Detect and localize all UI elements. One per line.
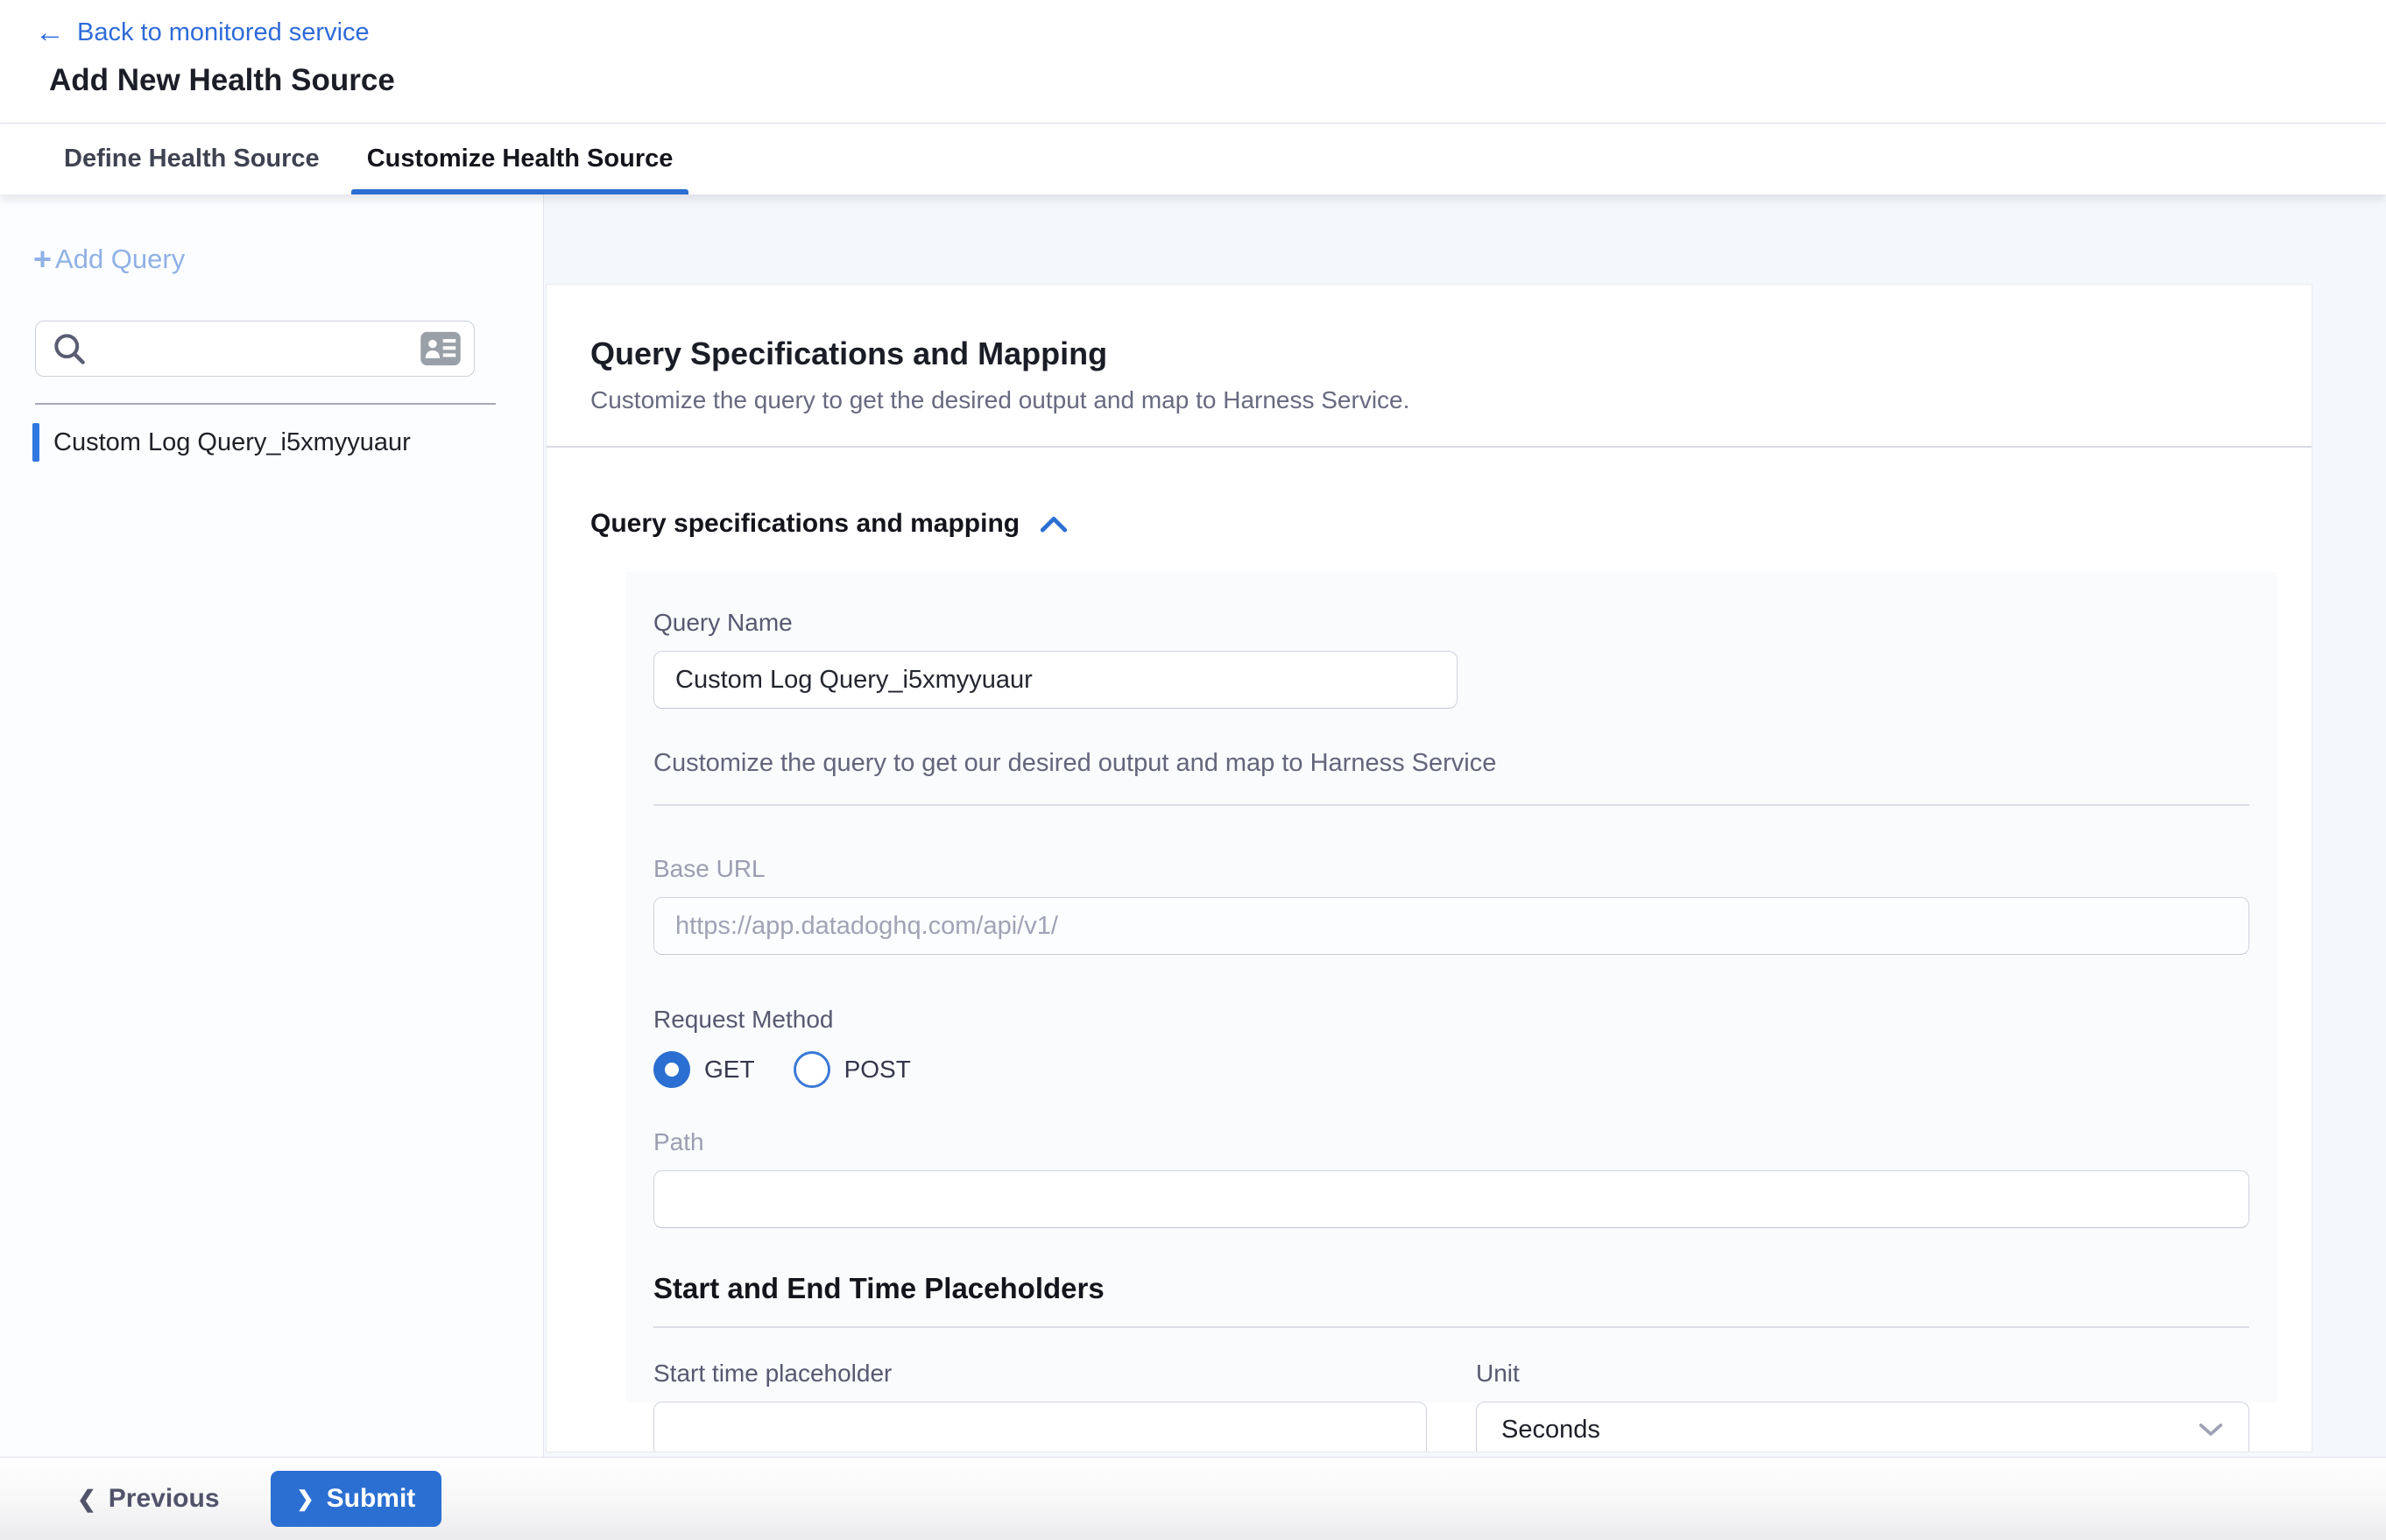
path-input[interactable] (653, 1170, 2249, 1228)
path-label: Path (653, 1128, 2249, 1156)
panel-divider (653, 1326, 2249, 1328)
tab-label: Define Health Source (64, 145, 320, 173)
query-name-helper: Customize the query to get our desired o… (653, 749, 2249, 778)
previous-button[interactable]: ❮ Previous (77, 1484, 220, 1514)
page-title: Add New Health Source (49, 63, 2386, 98)
unit-select[interactable]: Seconds (1476, 1402, 2249, 1452)
request-method-options: GET POST (653, 1051, 2249, 1088)
plus-icon: + (33, 244, 52, 275)
radio-label-get: GET (704, 1056, 755, 1084)
unit-field: Unit Seconds (1476, 1360, 2249, 1452)
base-url-input[interactable] (653, 897, 2249, 955)
query-spec-card: Query Specifications and Mapping Customi… (546, 284, 2312, 1452)
query-sidebar: + Add Query Custom Log Query_i5xmyy (0, 194, 544, 1457)
back-link-label: Back to monitored service (77, 18, 370, 47)
radio-icon-post[interactable] (794, 1051, 830, 1088)
placeholders-heading: Start and End Time Placeholders (653, 1272, 2249, 1305)
query-search-box (35, 321, 475, 377)
search-icon (50, 329, 88, 368)
search-input[interactable] (88, 335, 420, 363)
back-arrow-icon: ← (35, 18, 65, 47)
page-header: ← Back to monitored service Add New Heal… (0, 0, 2386, 123)
back-link[interactable]: ← Back to monitored service (35, 12, 2386, 53)
tab-define-health-source[interactable]: Define Health Source (48, 124, 335, 194)
placeholders-row: Start time placeholder Unit Seconds (653, 1360, 2249, 1452)
card-title: Query Specifications and Mapping (590, 336, 2268, 372)
query-spec-form-panel: Query Name Customize the query to get ou… (625, 572, 2277, 1402)
request-method-group: Request Method GET POST (653, 1006, 2249, 1088)
query-name-input[interactable] (653, 651, 1458, 709)
tab-bar: Define Health Source Customize Health So… (0, 123, 2386, 194)
add-query-label: Add Query (55, 244, 185, 275)
content-area: + Add Query Custom Log Query_i5xmyy (0, 194, 2386, 1457)
chevron-left-icon: ❮ (77, 1486, 96, 1513)
query-list: Custom Log Query_i5xmyyuaur (0, 417, 543, 468)
base-url-label: Base URL (653, 855, 2249, 883)
card-header: Query Specifications and Mapping Customi… (547, 285, 2312, 414)
query-name-label: Query Name (653, 609, 2249, 637)
selected-indicator-bar (32, 423, 39, 462)
wizard-footer: ❮ Previous ❯ Submit (0, 1457, 2386, 1540)
chevron-up-icon[interactable] (1039, 513, 1069, 534)
start-time-field: Start time placeholder (653, 1360, 1427, 1452)
section-header[interactable]: Query specifications and mapping (590, 509, 2312, 539)
add-query-button[interactable]: + Add Query (33, 244, 543, 275)
chevron-right-icon: ❯ (297, 1487, 314, 1512)
previous-button-label: Previous (109, 1484, 220, 1514)
tab-label: Customize Health Source (367, 145, 674, 173)
card-subtitle: Customize the query to get the desired o… (590, 386, 2268, 414)
query-list-item[interactable]: Custom Log Query_i5xmyyuaur (0, 417, 543, 468)
submit-button-label: Submit (327, 1484, 416, 1514)
unit-label: Unit (1476, 1360, 2249, 1388)
card-header-divider (547, 446, 2312, 448)
radio-icon-get[interactable] (653, 1051, 690, 1088)
panel-divider (653, 804, 2249, 806)
radio-label-post: POST (844, 1056, 911, 1084)
section-title: Query specifications and mapping (590, 509, 1020, 539)
request-method-label: Request Method (653, 1006, 2249, 1034)
active-tab-underline (351, 189, 689, 194)
chevron-down-icon (2198, 1422, 2224, 1438)
main-area: Query Specifications and Mapping Customi… (544, 194, 2386, 1457)
tab-customize-health-source[interactable]: Customize Health Source (351, 124, 689, 194)
query-item-label: Custom Log Query_i5xmyyuaur (53, 428, 411, 457)
radio-option-post[interactable]: POST (794, 1051, 911, 1088)
start-time-input[interactable] (653, 1402, 1427, 1452)
unit-select-value: Seconds (1501, 1416, 1600, 1445)
submit-button[interactable]: ❯ Submit (271, 1471, 442, 1527)
id-card-icon[interactable] (420, 331, 462, 366)
start-time-label: Start time placeholder (653, 1360, 1427, 1388)
radio-option-get[interactable]: GET (653, 1051, 755, 1088)
sidebar-divider (35, 403, 496, 405)
